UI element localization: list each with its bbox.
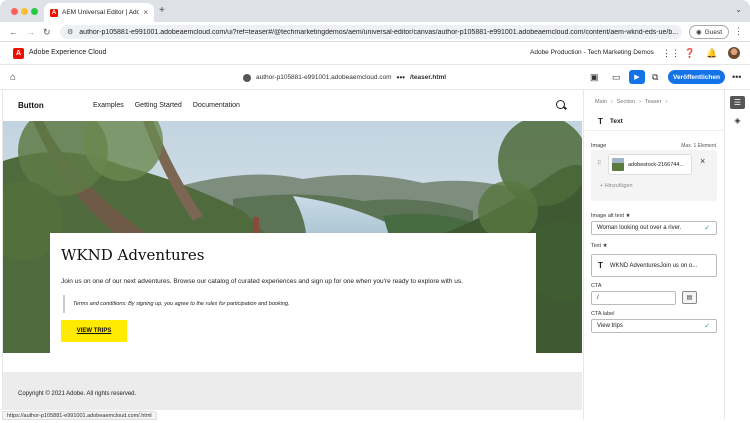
device-preview-icon[interactable]: ▣ xyxy=(590,71,599,83)
cta-input[interactable]: / xyxy=(591,291,676,305)
crumb-separator: › xyxy=(639,99,641,105)
tab-close-icon[interactable]: × xyxy=(143,8,148,17)
page-location: author-p105881-e991001.adobeaemcloud.com… xyxy=(243,73,446,82)
cta-label-input[interactable]: View trips ✓ xyxy=(591,319,717,333)
image-filename: adobestock-2166744... xyxy=(628,161,684,168)
nav-examples[interactable]: Examples xyxy=(93,102,124,109)
app-title: Adobe Experience Cloud xyxy=(29,49,107,56)
apps-grid-icon[interactable]: ⋮⋮ xyxy=(662,48,680,58)
help-icon[interactable]: ❓ xyxy=(684,48,695,58)
site-brand[interactable]: Button xyxy=(18,101,44,110)
site-nav: Examples Getting Started Documentation xyxy=(93,102,240,109)
nav-getting-started[interactable]: Getting Started xyxy=(135,102,182,109)
copyright-text: Copyright © 2021 Adobe. All rights reser… xyxy=(18,391,137,397)
link-picker-icon[interactable]: ▤ xyxy=(682,291,697,304)
editor-canvas[interactable]: Button Examples Getting Started Document… xyxy=(2,90,582,410)
org-switcher[interactable]: Adobe Production - Tech Marketing Demos xyxy=(530,49,654,56)
nav-documentation[interactable]: Documentation xyxy=(193,102,240,109)
page-path: /teaser.html xyxy=(409,74,447,81)
image-thumbnail xyxy=(612,158,624,171)
url-text: author-p105881-e991001.adobeaemcloud.com… xyxy=(79,28,679,36)
tab-list-button[interactable]: ⌄ xyxy=(735,5,742,14)
forward-arrow-icon[interactable]: → xyxy=(26,27,35,37)
crumb-separator: › xyxy=(610,99,613,105)
crumb-separator: › xyxy=(665,99,668,105)
terms-text: Terms and conditions: By signing up, you… xyxy=(73,301,290,307)
site-footer: Copyright © 2021 Adobe. All rights reser… xyxy=(3,372,582,410)
url-field[interactable]: ⚙ author-p105881-e991001.adobeaemcloud.c… xyxy=(60,25,682,39)
guest-label: Guest xyxy=(704,28,722,36)
richtext-value: WKND AdventuresJoin us on o... xyxy=(609,262,698,269)
host-label: author-p105881-e991001.adobeaemcloud.com xyxy=(256,74,392,81)
open-in-new-window-icon[interactable]: ⧉ xyxy=(652,71,658,83)
teaser-text[interactable]: Join us on one of our next adventures. B… xyxy=(61,278,463,285)
cta-label-field-label: CTA label xyxy=(591,311,615,317)
maximize-window-button[interactable] xyxy=(31,8,38,15)
crumb-section[interactable]: Section xyxy=(617,99,635,105)
user-avatar[interactable] xyxy=(728,47,740,59)
alt-text-label: Image alt text ★ xyxy=(591,213,631,219)
remove-image-icon[interactable]: × xyxy=(700,156,705,166)
add-image-button[interactable]: + Hinzufügen xyxy=(600,183,633,189)
minimize-window-button[interactable] xyxy=(21,8,28,15)
back-arrow-icon[interactable]: ← xyxy=(9,27,18,37)
adobe-favicon-icon: A xyxy=(50,8,58,17)
cta-value: / xyxy=(597,295,599,301)
content-tree-layers-icon[interactable]: ◈ xyxy=(730,114,745,127)
crumb-main[interactable]: Main xyxy=(595,99,607,105)
publish-button[interactable]: Veröffentlichen xyxy=(668,70,725,84)
valid-check-icon: ✓ xyxy=(704,323,710,330)
properties-sliders-icon[interactable]: ☰ xyxy=(730,96,745,109)
adobe-logo-icon[interactable]: A xyxy=(13,48,24,59)
play-icon: ▶ xyxy=(634,74,640,81)
search-icon[interactable] xyxy=(556,100,565,109)
component-type-label: Text xyxy=(609,117,623,125)
properties-panel: Main › Section › Teaser › T Text Image M… xyxy=(583,90,725,420)
more-path-button[interactable]: ••• xyxy=(397,73,405,82)
person-icon: ◉ xyxy=(695,29,702,36)
desktop-view-icon[interactable]: ▭ xyxy=(612,71,621,83)
richtext-field[interactable]: T WKND AdventuresJoin us on o... xyxy=(591,254,717,277)
tab-title: AEM Universal Editor | Adobe xyxy=(62,9,140,16)
site-info-icon[interactable]: ⚙ xyxy=(67,28,73,36)
reload-icon[interactable]: ↻ xyxy=(43,27,51,37)
drag-handle-icon[interactable]: ⠿ xyxy=(597,160,601,167)
text-type-icon: T xyxy=(598,261,603,270)
teaser-card[interactable]: WKND Adventures Join us on one of our ne… xyxy=(50,233,536,355)
home-icon[interactable]: ⌂ xyxy=(10,72,16,83)
crumb-teaser[interactable]: Teaser xyxy=(645,99,662,105)
new-tab-button[interactable]: + xyxy=(159,5,165,16)
guest-profile-button[interactable]: ◉ Guest xyxy=(689,25,729,39)
browser-menu-icon[interactable]: ⋮ xyxy=(734,26,743,37)
right-rail: ☰ ◈ xyxy=(724,90,750,420)
teaser-terms[interactable]: Terms and conditions: By signing up, you… xyxy=(63,295,523,313)
image-max-count: Max. 1 Element xyxy=(681,143,716,149)
browser-tab-bar: A AEM Universal Editor | Adobe × + ⌄ xyxy=(0,0,750,22)
browser-tab[interactable]: A AEM Universal Editor | Adobe × xyxy=(44,3,154,22)
preview-play-button[interactable]: ▶ xyxy=(629,70,645,84)
image-multifield: ⠿ adobestock-2166744... × + Hinzufügen xyxy=(591,150,717,201)
status-bar-url: https://author-p105881-e991001.adobeaemc… xyxy=(2,411,157,420)
editor-toolbar: ⌂ author-p105881-e991001.adobeaemcloud.c… xyxy=(0,65,750,90)
more-options-icon[interactable]: ••• xyxy=(732,72,741,82)
text-field-label: Text ★ xyxy=(591,243,608,249)
valid-check-icon: ✓ xyxy=(704,225,710,232)
globe-icon xyxy=(243,73,251,82)
alt-text-input[interactable]: Woman looking out over a river. ✓ xyxy=(591,221,717,235)
image-asset-item[interactable]: adobestock-2166744... xyxy=(608,154,692,175)
site-header: Button Examples Getting Started Document… xyxy=(3,90,582,121)
experience-cloud-header: A Adobe Experience Cloud Adobe Productio… xyxy=(0,42,750,65)
close-window-button[interactable] xyxy=(11,8,18,15)
cta-field-label: CTA xyxy=(591,283,602,289)
image-field-label: Image xyxy=(591,143,607,149)
teaser-title[interactable]: WKND Adventures xyxy=(61,246,204,264)
alt-text-value: Woman looking out over a river. xyxy=(597,225,682,231)
selected-component: T Text xyxy=(584,112,725,131)
notifications-bell-icon[interactable]: 🔔 xyxy=(706,48,717,58)
text-type-icon: T xyxy=(598,116,603,126)
view-trips-button[interactable]: VIEW TRIPS xyxy=(61,320,127,342)
cta-label-value: View trips xyxy=(597,323,623,329)
address-bar: ← → ↻ ⚙ author-p105881-e991001.adobeaemc… xyxy=(0,22,750,42)
component-breadcrumb: Main › Section › Teaser › xyxy=(595,99,667,105)
